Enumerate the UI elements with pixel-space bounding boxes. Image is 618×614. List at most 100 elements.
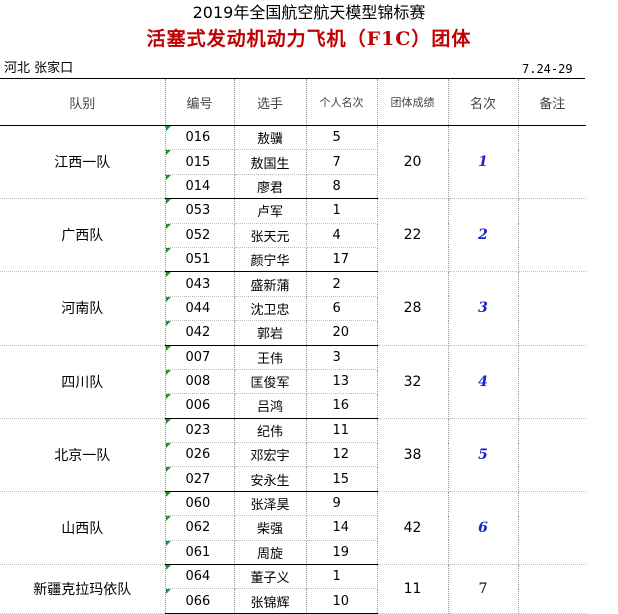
athlete-number-text: 064 xyxy=(185,569,211,585)
team-name: 江西一队 xyxy=(0,125,166,200)
cell-comment-marker xyxy=(165,199,171,205)
athlete-name: 王伟 xyxy=(234,345,307,370)
table-row: 山西队 060 张泽昊 9 42 6 xyxy=(0,491,586,566)
athlete-number-text: 016 xyxy=(185,130,211,146)
athlete-number: 027 xyxy=(165,466,235,492)
athlete-number: 052 xyxy=(165,223,235,248)
cell-comment-marker xyxy=(165,589,171,595)
cell-comment-marker xyxy=(165,394,171,400)
athlete-number: 053 xyxy=(165,198,235,224)
cell-comment-marker xyxy=(165,174,171,180)
athlete-name: 张天元 xyxy=(234,223,307,248)
individual-rank: 1 xyxy=(306,198,378,224)
table-row: 河南队 043 盛新蒲 2 28 3 xyxy=(0,271,586,346)
team-name: 山西队 xyxy=(0,491,166,566)
cell-comment-marker xyxy=(165,418,171,424)
athlete-number: 061 xyxy=(165,540,235,566)
individual-rank: 20 xyxy=(306,320,378,346)
athlete-number: 043 xyxy=(165,271,235,297)
individual-rank: 13 xyxy=(306,369,378,395)
individual-rank: 8 xyxy=(306,174,378,200)
individual-rank: 15 xyxy=(306,466,378,492)
athlete-number: 066 xyxy=(165,588,235,614)
cell-comment-marker xyxy=(165,247,171,253)
athlete-number: 023 xyxy=(165,418,235,444)
athlete-name: 董子义 xyxy=(234,564,307,590)
table-row: 江西一队 016 敖骥 5 20 1 xyxy=(0,125,586,200)
athlete-name: 周旋 xyxy=(234,540,307,566)
col-header-place: 名次 xyxy=(448,79,519,126)
athlete-name: 廖君 xyxy=(234,174,307,200)
athlete-name: 纪伟 xyxy=(234,418,307,444)
date-range: 7.24-29 xyxy=(522,62,573,76)
athlete-number: 042 xyxy=(165,320,235,346)
cell-comment-marker xyxy=(165,467,171,473)
cell-comment-marker xyxy=(165,296,171,302)
athlete-number-text: 066 xyxy=(185,593,211,609)
athlete-number: 064 xyxy=(165,564,235,590)
cell-comment-marker xyxy=(165,223,171,229)
athlete-number-text: 027 xyxy=(185,471,211,487)
team-score: 11 xyxy=(377,564,449,614)
team-place: 6 xyxy=(448,491,519,566)
table-row: 新疆克拉玛依队 064 董子义 1 11 7 xyxy=(0,564,586,614)
col-header-individual-rank: 个人名次 xyxy=(306,79,378,126)
col-header-team-score: 团体成绩 xyxy=(377,79,449,126)
athlete-name: 敖骥 xyxy=(234,125,307,151)
cell-comment-marker xyxy=(165,369,171,375)
event-title: 活塞式发动机动力飞机（F1C）团体 xyxy=(146,28,472,50)
col-header-team: 队别 xyxy=(0,79,166,126)
athlete-name: 匡俊军 xyxy=(234,369,307,395)
location: 河北 张家口 xyxy=(4,61,74,76)
athlete-number-text: 026 xyxy=(185,447,211,463)
athlete-name: 卢军 xyxy=(234,198,307,224)
individual-rank: 3 xyxy=(306,345,378,370)
athlete-name: 郭岩 xyxy=(234,320,307,346)
notes-cell xyxy=(518,345,586,419)
athlete-number-text: 023 xyxy=(185,422,211,438)
individual-rank: 4 xyxy=(306,223,378,248)
individual-rank: 9 xyxy=(306,491,378,517)
individual-rank: 1 xyxy=(306,564,378,590)
athlete-number-text: 053 xyxy=(185,203,211,219)
athlete-name: 吕鸿 xyxy=(234,393,307,419)
athlete-number-text: 043 xyxy=(185,276,211,292)
table-row: 广西队 053 卢军 1 22 2 xyxy=(0,198,586,273)
team-place: 4 xyxy=(448,345,519,419)
cell-comment-marker xyxy=(165,516,171,522)
athlete-number: 014 xyxy=(165,174,235,200)
cell-comment-marker xyxy=(165,345,171,351)
cell-comment-marker xyxy=(165,126,171,131)
athlete-number-text: 052 xyxy=(185,227,211,243)
athlete-number-text: 051 xyxy=(185,252,211,268)
athlete-name: 邓宏宇 xyxy=(234,442,307,468)
notes-cell xyxy=(518,125,586,200)
team-place: 2 xyxy=(448,198,519,273)
athlete-number-text: 061 xyxy=(185,544,211,560)
team-place: 5 xyxy=(448,418,519,492)
notes-cell xyxy=(518,271,586,346)
team-score: 38 xyxy=(377,418,449,492)
athlete-number: 060 xyxy=(165,491,235,517)
athlete-number: 015 xyxy=(165,149,235,175)
athlete-number: 044 xyxy=(165,296,235,322)
team-name: 新疆克拉玛依队 xyxy=(0,564,166,614)
team-score: 20 xyxy=(377,125,449,200)
notes-cell xyxy=(518,418,586,492)
team-place: 3 xyxy=(448,271,519,346)
athlete-number: 062 xyxy=(165,515,235,541)
athlete-number-text: 014 xyxy=(185,178,211,194)
athlete-number-text: 007 xyxy=(185,349,211,365)
team-place: 7 xyxy=(448,564,519,614)
cell-comment-marker xyxy=(165,443,171,449)
athlete-name: 沈卫忠 xyxy=(234,296,307,322)
individual-rank: 17 xyxy=(306,247,378,273)
table-row: 四川队 007 王伟 3 32 4 xyxy=(0,345,586,419)
individual-rank: 5 xyxy=(306,125,378,151)
athlete-number: 007 xyxy=(165,345,235,370)
athlete-name: 安永生 xyxy=(234,466,307,492)
athlete-number: 006 xyxy=(165,393,235,419)
athlete-number-text: 015 xyxy=(185,154,211,170)
notes-cell xyxy=(518,198,586,273)
athlete-number-text: 044 xyxy=(185,300,211,316)
